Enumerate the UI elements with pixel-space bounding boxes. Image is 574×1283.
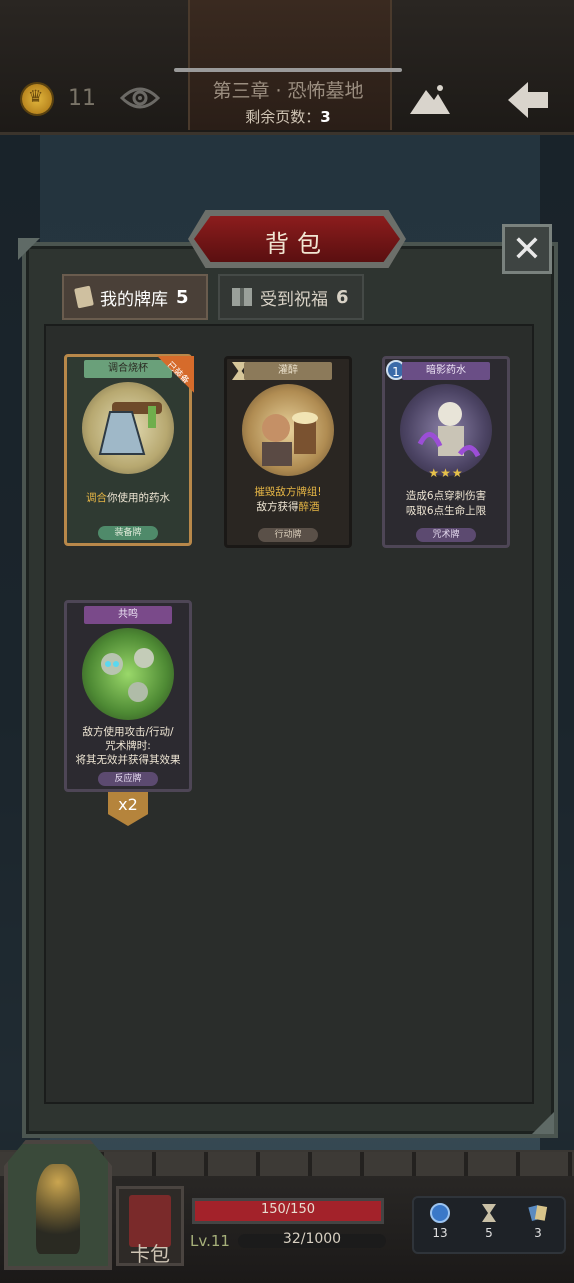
coin-count: 11 [68, 86, 96, 111]
skeleton-art [400, 384, 492, 476]
card-type: 装备牌 [98, 526, 158, 540]
card-type: 反应牌 [98, 772, 158, 786]
tab-label: 受到祝福 [260, 289, 328, 310]
card-stars: ★★★ [428, 466, 464, 480]
eye-icon[interactable] [120, 84, 160, 112]
card-name: 暗影药水 [402, 362, 490, 380]
card-description: 调合你使用的药水 [86, 491, 170, 504]
card-type: 行动牌 [258, 528, 318, 542]
remaining-pages: 剩余页数：3 [245, 108, 331, 126]
card-description: 摧毁敌方牌组! 敌方获得醉酒 [254, 486, 322, 513]
page-indicator-line [174, 68, 402, 72]
card-name: 灌醉 [244, 362, 332, 380]
drunkard-art [242, 384, 334, 476]
orb-icon [430, 1203, 450, 1223]
xp-text: 32/1000 [282, 1231, 342, 1247]
tab-label: 我的牌库 [100, 289, 168, 310]
card-description: 敌方使用攻击/行动/咒术牌时: 将其无效并获得其效果 [75, 726, 181, 766]
chapter-title: 第三章 · 恐怖墓地 [212, 80, 364, 102]
card-mixing-beaker[interactable]: 调合烧杯 已装备 调合你使用的药水 装备牌 [64, 354, 194, 546]
mountain-icon[interactable] [410, 82, 450, 116]
card-icon [74, 285, 94, 309]
card-description: 造成6点穿刺伤害 吸取6点生命上限 [405, 490, 487, 517]
card-shadow-potion[interactable]: 1 暗影药水 ★★★ 造成6点穿刺伤害 吸取6点生命上限 咒术牌 [382, 356, 510, 548]
card-type: 咒术牌 [416, 528, 476, 542]
tab-count: 5 [176, 286, 189, 308]
back-arrow-icon[interactable] [506, 80, 550, 120]
card-resonance[interactable]: 共鸣 敌方使用攻击/行动/咒术牌时: 将其无效并获得其效果 反应牌 [64, 600, 192, 792]
card-name: 调合烧杯 [84, 360, 172, 378]
hourglass-icon [482, 1204, 496, 1222]
crown-coin-icon [22, 84, 52, 114]
card-intoxicate[interactable]: 灌醉 摧毁敌方牌组! 敌方获得醉酒 行动牌 [224, 356, 352, 548]
cards-icon [528, 1204, 548, 1222]
beaker-art [82, 382, 174, 474]
green-skulls-art [82, 628, 174, 720]
tab-blessings[interactable]: 受到祝福 6 [218, 274, 364, 320]
bag-title: 背包 [265, 230, 329, 258]
close-button[interactable]: ✕ [502, 224, 552, 274]
stat-hourglass: 5 [469, 1198, 509, 1240]
level-label: Lv.11 [190, 1232, 230, 1250]
deck-label[interactable]: 卡包 [116, 1238, 184, 1267]
stat-orb: 13 [420, 1198, 460, 1240]
stat-cards: 3 [518, 1198, 558, 1240]
card-name: 共鸣 [84, 606, 172, 624]
gift-icon [232, 288, 252, 306]
tab-my-deck[interactable]: 我的牌库 5 [62, 274, 208, 320]
tab-count: 6 [336, 286, 349, 308]
stats-panel[interactable]: 13 5 3 [412, 1196, 566, 1254]
hero-portrait[interactable] [4, 1140, 112, 1270]
hp-text: 150/150 [260, 1202, 315, 1217]
